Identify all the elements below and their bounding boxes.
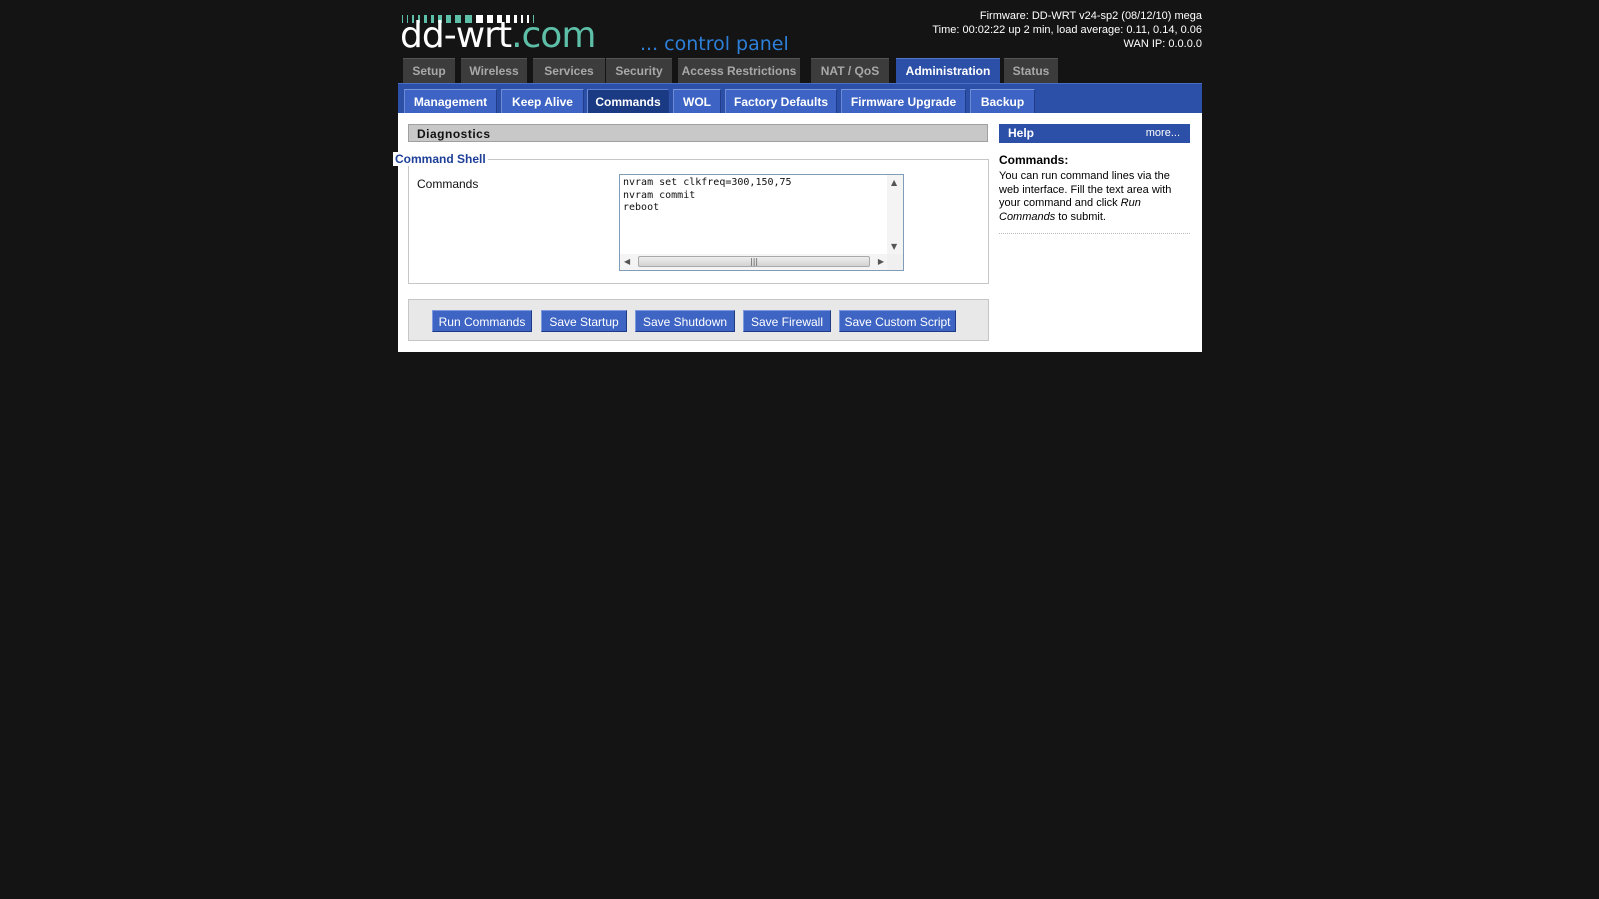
logo-tagline: ... control panel: [640, 33, 789, 55]
main-content: Diagnostics Command Shell Commands ▲ ▼ ◀…: [393, 113, 1202, 352]
tab-wireless[interactable]: Wireless: [461, 58, 527, 84]
firmware-version: Firmware: DD-WRT v24-sp2 (08/12/10) mega: [979, 10, 1202, 22]
uptime: Time: 00:02:22 up 2 min, load average: 0…: [932, 24, 1202, 36]
section-title: Diagnostics: [408, 124, 988, 142]
help-text-part: You can run command lines via the web in…: [999, 170, 1172, 209]
subtab-management[interactable]: Management: [404, 89, 497, 114]
scrollbar-corner: [887, 254, 903, 270]
status-info: Firmware: DD-WRT v24-sp2 (08/12/10) mega…: [932, 9, 1202, 51]
logo-main: dd-wrt: [400, 15, 512, 56]
help-heading: Commands:: [999, 153, 1069, 167]
sub-tabs: Management Keep Alive Commands WOL Facto…: [398, 83, 1202, 114]
subtab-firmware-upgrade[interactable]: Firmware Upgrade: [841, 89, 966, 114]
vertical-scrollbar[interactable]: ▲ ▼: [887, 175, 903, 255]
save-custom-script-button[interactable]: Save Custom Script: [839, 310, 956, 332]
tab-administration[interactable]: Administration: [896, 58, 1000, 86]
help-title: Help: [1008, 126, 1035, 140]
tab-services[interactable]: Services: [533, 58, 605, 84]
help-divider: [999, 233, 1190, 234]
save-shutdown-button[interactable]: Save Shutdown: [635, 310, 735, 332]
help-more-link[interactable]: more...: [1146, 124, 1180, 143]
horizontal-scrollbar[interactable]: ◀ ||| ▶: [620, 254, 888, 270]
scroll-left-icon[interactable]: ◀: [624, 258, 630, 266]
main-tabs: Setup Wireless Services Security Access …: [398, 58, 1202, 86]
page: dd-wrt.com ... control panel Firmware: D…: [0, 0, 1599, 899]
tab-setup[interactable]: Setup: [403, 58, 455, 84]
subtab-keep-alive[interactable]: Keep Alive: [501, 89, 584, 114]
button-bar: Run Commands Save Startup Save Shutdown …: [408, 299, 989, 341]
save-firewall-button[interactable]: Save Firewall: [743, 310, 831, 332]
scroll-down-icon[interactable]: ▼: [891, 243, 897, 251]
subtab-factory-defaults[interactable]: Factory Defaults: [725, 89, 837, 114]
help-text: You can run command lines via the web in…: [999, 170, 1190, 224]
scroll-up-icon[interactable]: ▲: [891, 179, 897, 187]
logo-tld: .com: [511, 15, 596, 56]
subtab-backup[interactable]: Backup: [970, 89, 1035, 114]
tab-security[interactable]: Security: [606, 58, 672, 84]
help-text-part: to submit.: [1055, 210, 1106, 223]
subtab-wol[interactable]: WOL: [673, 89, 721, 114]
scroll-right-icon[interactable]: ▶: [878, 258, 884, 266]
commands-label: Commands: [417, 177, 479, 191]
help-header: Help more...: [999, 124, 1190, 143]
command-shell-fieldset: Command Shell Commands ▲ ▼ ◀ ||| ▶: [393, 152, 989, 284]
tab-status[interactable]: Status: [1004, 58, 1058, 84]
horizontal-scroll-thumb[interactable]: |||: [638, 256, 870, 267]
fieldset-legend: Command Shell: [393, 152, 488, 166]
run-commands-button[interactable]: Run Commands: [432, 310, 532, 332]
wan-ip: WAN IP: 0.0.0.0: [1123, 38, 1202, 50]
tab-access-restrictions[interactable]: Access Restrictions: [678, 58, 800, 84]
tab-nat-qos[interactable]: NAT / QoS: [811, 58, 889, 84]
logo: dd-wrt.com: [400, 14, 596, 58]
commands-textarea[interactable]: [620, 175, 888, 255]
scroll-grip-icon: |||: [750, 257, 759, 266]
commands-textarea-box: ▲ ▼ ◀ ||| ▶: [619, 174, 904, 271]
save-startup-button[interactable]: Save Startup: [541, 310, 627, 332]
subtab-commands[interactable]: Commands: [587, 89, 669, 114]
